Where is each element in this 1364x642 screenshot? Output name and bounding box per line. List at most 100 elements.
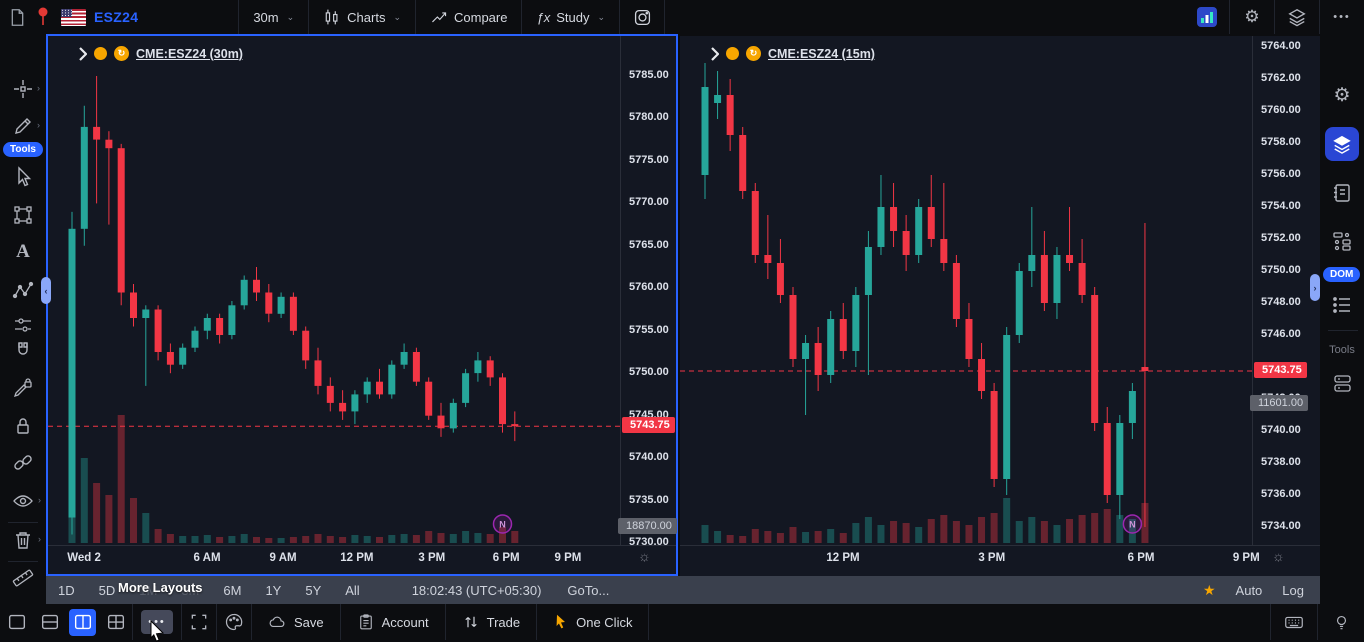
layout-columns-button[interactable] [69, 609, 96, 636]
drawing-lock-icon[interactable] [0, 377, 46, 399]
more-layouts-button[interactable]: ••• [141, 610, 173, 634]
chart-symbol-link[interactable]: CME:ESZ24 (30m) [136, 47, 243, 61]
time-axis[interactable]: 12 PM3 PM6 PM9 PM [680, 545, 1320, 575]
chart-panel-15m[interactable]: ↻ CME:ESZ24 (15m) N 5764.005762.005760.0… [680, 36, 1320, 576]
watchlist-layers-button[interactable] [1325, 127, 1359, 161]
brightness-icon[interactable]: ☼ [638, 548, 651, 564]
range-5y[interactable]: 5Y [293, 583, 333, 598]
clock[interactable]: 18:02:43 (UTC+05:30) [412, 583, 542, 598]
pin-icon[interactable] [34, 0, 52, 34]
chart-symbol-link[interactable]: CME:ESZ24 (15m) [768, 47, 875, 61]
magnet-icon[interactable] [0, 340, 46, 362]
goto-button[interactable]: GoTo... [567, 583, 609, 598]
charts-label: Charts [347, 10, 385, 25]
price-tick: 5785.00 [629, 69, 669, 81]
journal-icon[interactable] [1320, 182, 1364, 204]
layout-single-button[interactable] [3, 609, 30, 636]
symbol-button[interactable]: ESZ24 [94, 9, 138, 25]
chevron-right-icon[interactable]: › [37, 120, 40, 130]
right-toolbar: ⚙ DOM Tools [1320, 34, 1364, 604]
range-bar: 1D 5D 1M 3M 6M 1Y 5Y All 18:02:43 (UTC+0… [46, 576, 1320, 604]
chart-panel-30m[interactable]: ↻ CME:ESZ24 (30m) N 5785.005780.005775.0… [46, 34, 678, 576]
gear-icon[interactable]: ⚙ [1320, 84, 1364, 107]
rectangle-tool[interactable] [0, 204, 46, 226]
divider [664, 0, 665, 34]
cursor-tool[interactable] [0, 166, 46, 188]
range-1y[interactable]: 1Y [253, 583, 293, 598]
range-5d[interactable]: 5D [87, 583, 128, 598]
trade-button[interactable]: Trade [446, 604, 536, 640]
interval-button[interactable]: 30m ⌄ [239, 0, 308, 34]
range-1d[interactable]: 1D [46, 583, 87, 598]
bottom-toolbar: ••• Save Account Trade One Click [0, 604, 1364, 640]
one-click-button[interactable]: One Click [537, 604, 648, 640]
panels-icon[interactable] [1320, 372, 1364, 394]
chevron-down-icon: ⌄ [597, 12, 605, 23]
keyboard-icon[interactable] [1271, 604, 1317, 640]
gear-icon[interactable]: ⚙ [1230, 0, 1274, 34]
time-axis[interactable]: Wed 26 AM9 AM12 PM3 PM6 PM9 PM [48, 545, 676, 575]
chevron-right-icon[interactable]: › [37, 83, 40, 93]
divider [648, 604, 649, 640]
document-icon[interactable] [0, 0, 34, 34]
expand-header-icon[interactable] [78, 47, 87, 61]
screener-icon[interactable] [1185, 0, 1229, 34]
price-tick: 5765.00 [629, 239, 669, 251]
candlestick-plot[interactable]: N [48, 36, 620, 545]
pattern-tool[interactable] [0, 280, 46, 302]
price-tick: 5752.00 [1261, 232, 1301, 244]
charts-button[interactable]: Charts ⌄ [309, 0, 415, 34]
camera-icon[interactable] [620, 0, 664, 34]
clipboard-icon [357, 613, 375, 631]
save-button[interactable]: Save [252, 604, 340, 640]
text-tool[interactable]: A [0, 241, 46, 263]
alert-dot-icon[interactable] [94, 47, 107, 60]
fx-icon: ƒx [536, 10, 550, 25]
link-icon[interactable] [0, 452, 46, 474]
price-axis[interactable]: 5785.005780.005775.005770.005765.005760.… [620, 36, 677, 545]
candlestick-plot[interactable]: N [680, 36, 1252, 545]
account-button[interactable]: Account [341, 604, 445, 640]
time-tick: 6 PM [1128, 552, 1155, 564]
chevron-right-icon[interactable]: › [38, 534, 41, 544]
time-tick: 9 PM [555, 552, 582, 564]
range-all[interactable]: All [333, 583, 371, 598]
layers-icon [1332, 134, 1352, 154]
fullscreen-icon[interactable] [182, 604, 216, 640]
sliders-tool[interactable] [0, 314, 46, 336]
log-scale-button[interactable]: Log [1282, 583, 1304, 598]
us-flag-icon[interactable] [52, 0, 94, 34]
star-icon[interactable]: ★ [1203, 582, 1216, 599]
last-price-badge: 5743.75 [1254, 362, 1307, 378]
compare-button[interactable]: Compare [416, 0, 521, 34]
range-1m[interactable]: 1M [127, 583, 169, 598]
more-options-icon[interactable]: ••• [1320, 0, 1364, 34]
object-tree-icon[interactable] [1320, 230, 1364, 252]
alert-dot-icon[interactable] [726, 47, 739, 60]
layers-icon[interactable] [1275, 0, 1319, 34]
time-tick: Wed 2 [67, 552, 101, 564]
time-tick: 9 PM [1233, 552, 1260, 564]
theme-palette-icon[interactable] [217, 604, 251, 640]
expand-header-icon[interactable] [710, 47, 719, 61]
details-list-icon[interactable] [1320, 294, 1364, 316]
brightness-icon[interactable]: ☼ [1272, 548, 1285, 564]
refresh-dot-icon[interactable]: ↻ [746, 46, 761, 61]
refresh-dot-icon[interactable]: ↻ [114, 46, 129, 61]
collapse-right-rail-handle[interactable]: › [1310, 274, 1320, 301]
layout-grid-button[interactable] [102, 609, 129, 636]
divider [8, 522, 38, 523]
lock-icon[interactable] [0, 415, 46, 437]
trade-arrows-icon [462, 613, 480, 631]
lightbulb-icon[interactable] [1318, 604, 1364, 640]
range-6m[interactable]: 6M [211, 583, 253, 598]
chevron-right-icon[interactable]: › [38, 495, 41, 505]
ruler-icon[interactable] [0, 567, 46, 589]
collapse-left-rail-handle[interactable]: ‹ [41, 277, 51, 304]
study-button[interactable]: ƒx Study ⌄ [522, 0, 619, 34]
layout-rows-button[interactable] [36, 609, 63, 636]
auto-scale-button[interactable]: Auto [1236, 583, 1263, 598]
counter-badge: 11601.00 [1250, 395, 1308, 411]
range-3m[interactable]: 3M [169, 583, 211, 598]
time-tick: 9 AM [270, 552, 297, 564]
